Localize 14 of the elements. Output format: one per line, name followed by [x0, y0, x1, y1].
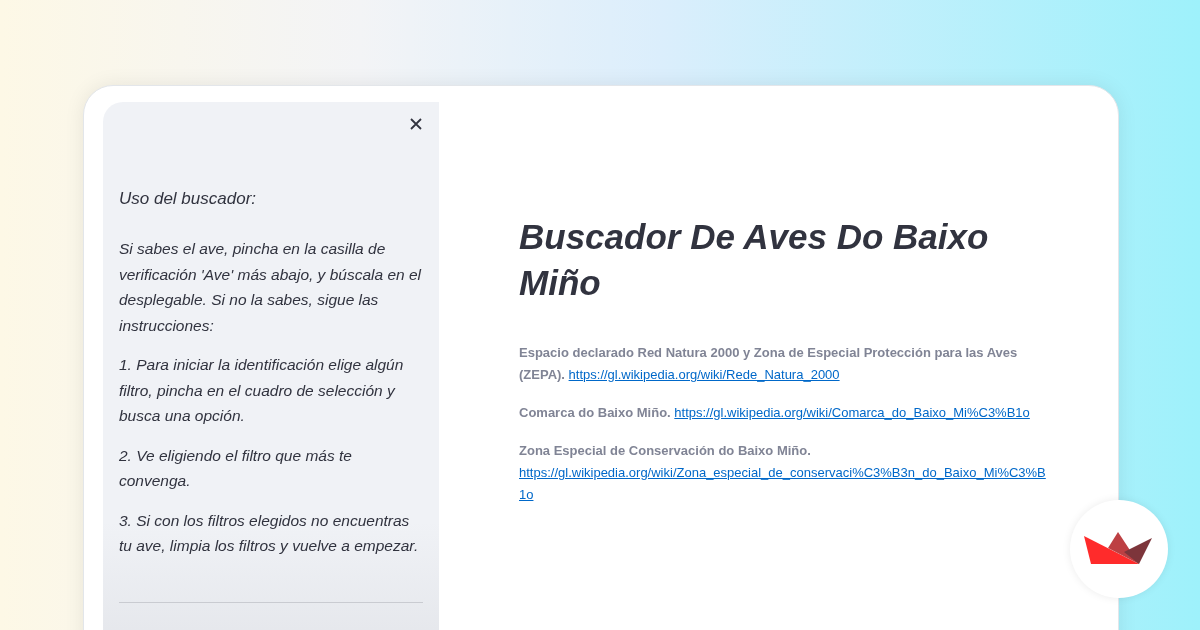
instruction-text: 3. Si con los filtros elegidos no encuentras tu ave, limpia los filtros y vuelve a empezar. [119, 510, 420, 556]
sidebar-heading: Uso del buscador: [119, 189, 258, 209]
paper-boat-logo-icon [1084, 532, 1154, 566]
wikipedia-link[interactable]: https://gl.wikipedia.org/wiki/Comarca_do_Baixo_Mi%C3%B1o [674, 402, 1030, 424]
instruction-text: 2. Ve eligiendo el filtro que más te convenga. [119, 445, 353, 491]
wikipedia-link[interactable]: https://gl.wikipedia.org/wiki/Rede_Natura_2000 [568, 364, 840, 386]
page-title: Buscador De Aves Do Baixo Miño [519, 216, 990, 304]
wikipedia-link[interactable]: https://gl.wikipedia.org/wiki/Zona_especial_de_conservaci%C3%B3n_do_Baixo_Mi%C3%B1o [519, 462, 1048, 506]
instruction-text: Si sabes el ave, pincha en la casilla de verificación 'Ave' más abajo, y búscala en el desplegable. Si no la sabes, sigue las instrucciones: [119, 239, 423, 336]
info-text: Comarca do Baixo Miño. https://gl.wikipedia.org/wiki/Comarca_do_Baixo_Mi%C3%B1o [519, 402, 1048, 424]
info-text: Zona Especial de Conservación do Baixo Miño. https://gl.wikipedia.org/wiki/Zona_especial_de_conservaci%C3%B3n_do_Baixo_Mi%C3%B1o [519, 440, 1048, 506]
close-icon[interactable] [409, 117, 423, 131]
info-text: Espacio declarado Red Natura 2000 y Zona de Especial Protección para las Aves (ZEPA). https://gl.wikipedia.org/wiki/Rede_Natura_2000 [519, 342, 1048, 386]
instruction-text: 1. Para iniciar la identificación elige algún filtro, pincha en el cuadro de selección y busca una opción. [119, 355, 405, 426]
